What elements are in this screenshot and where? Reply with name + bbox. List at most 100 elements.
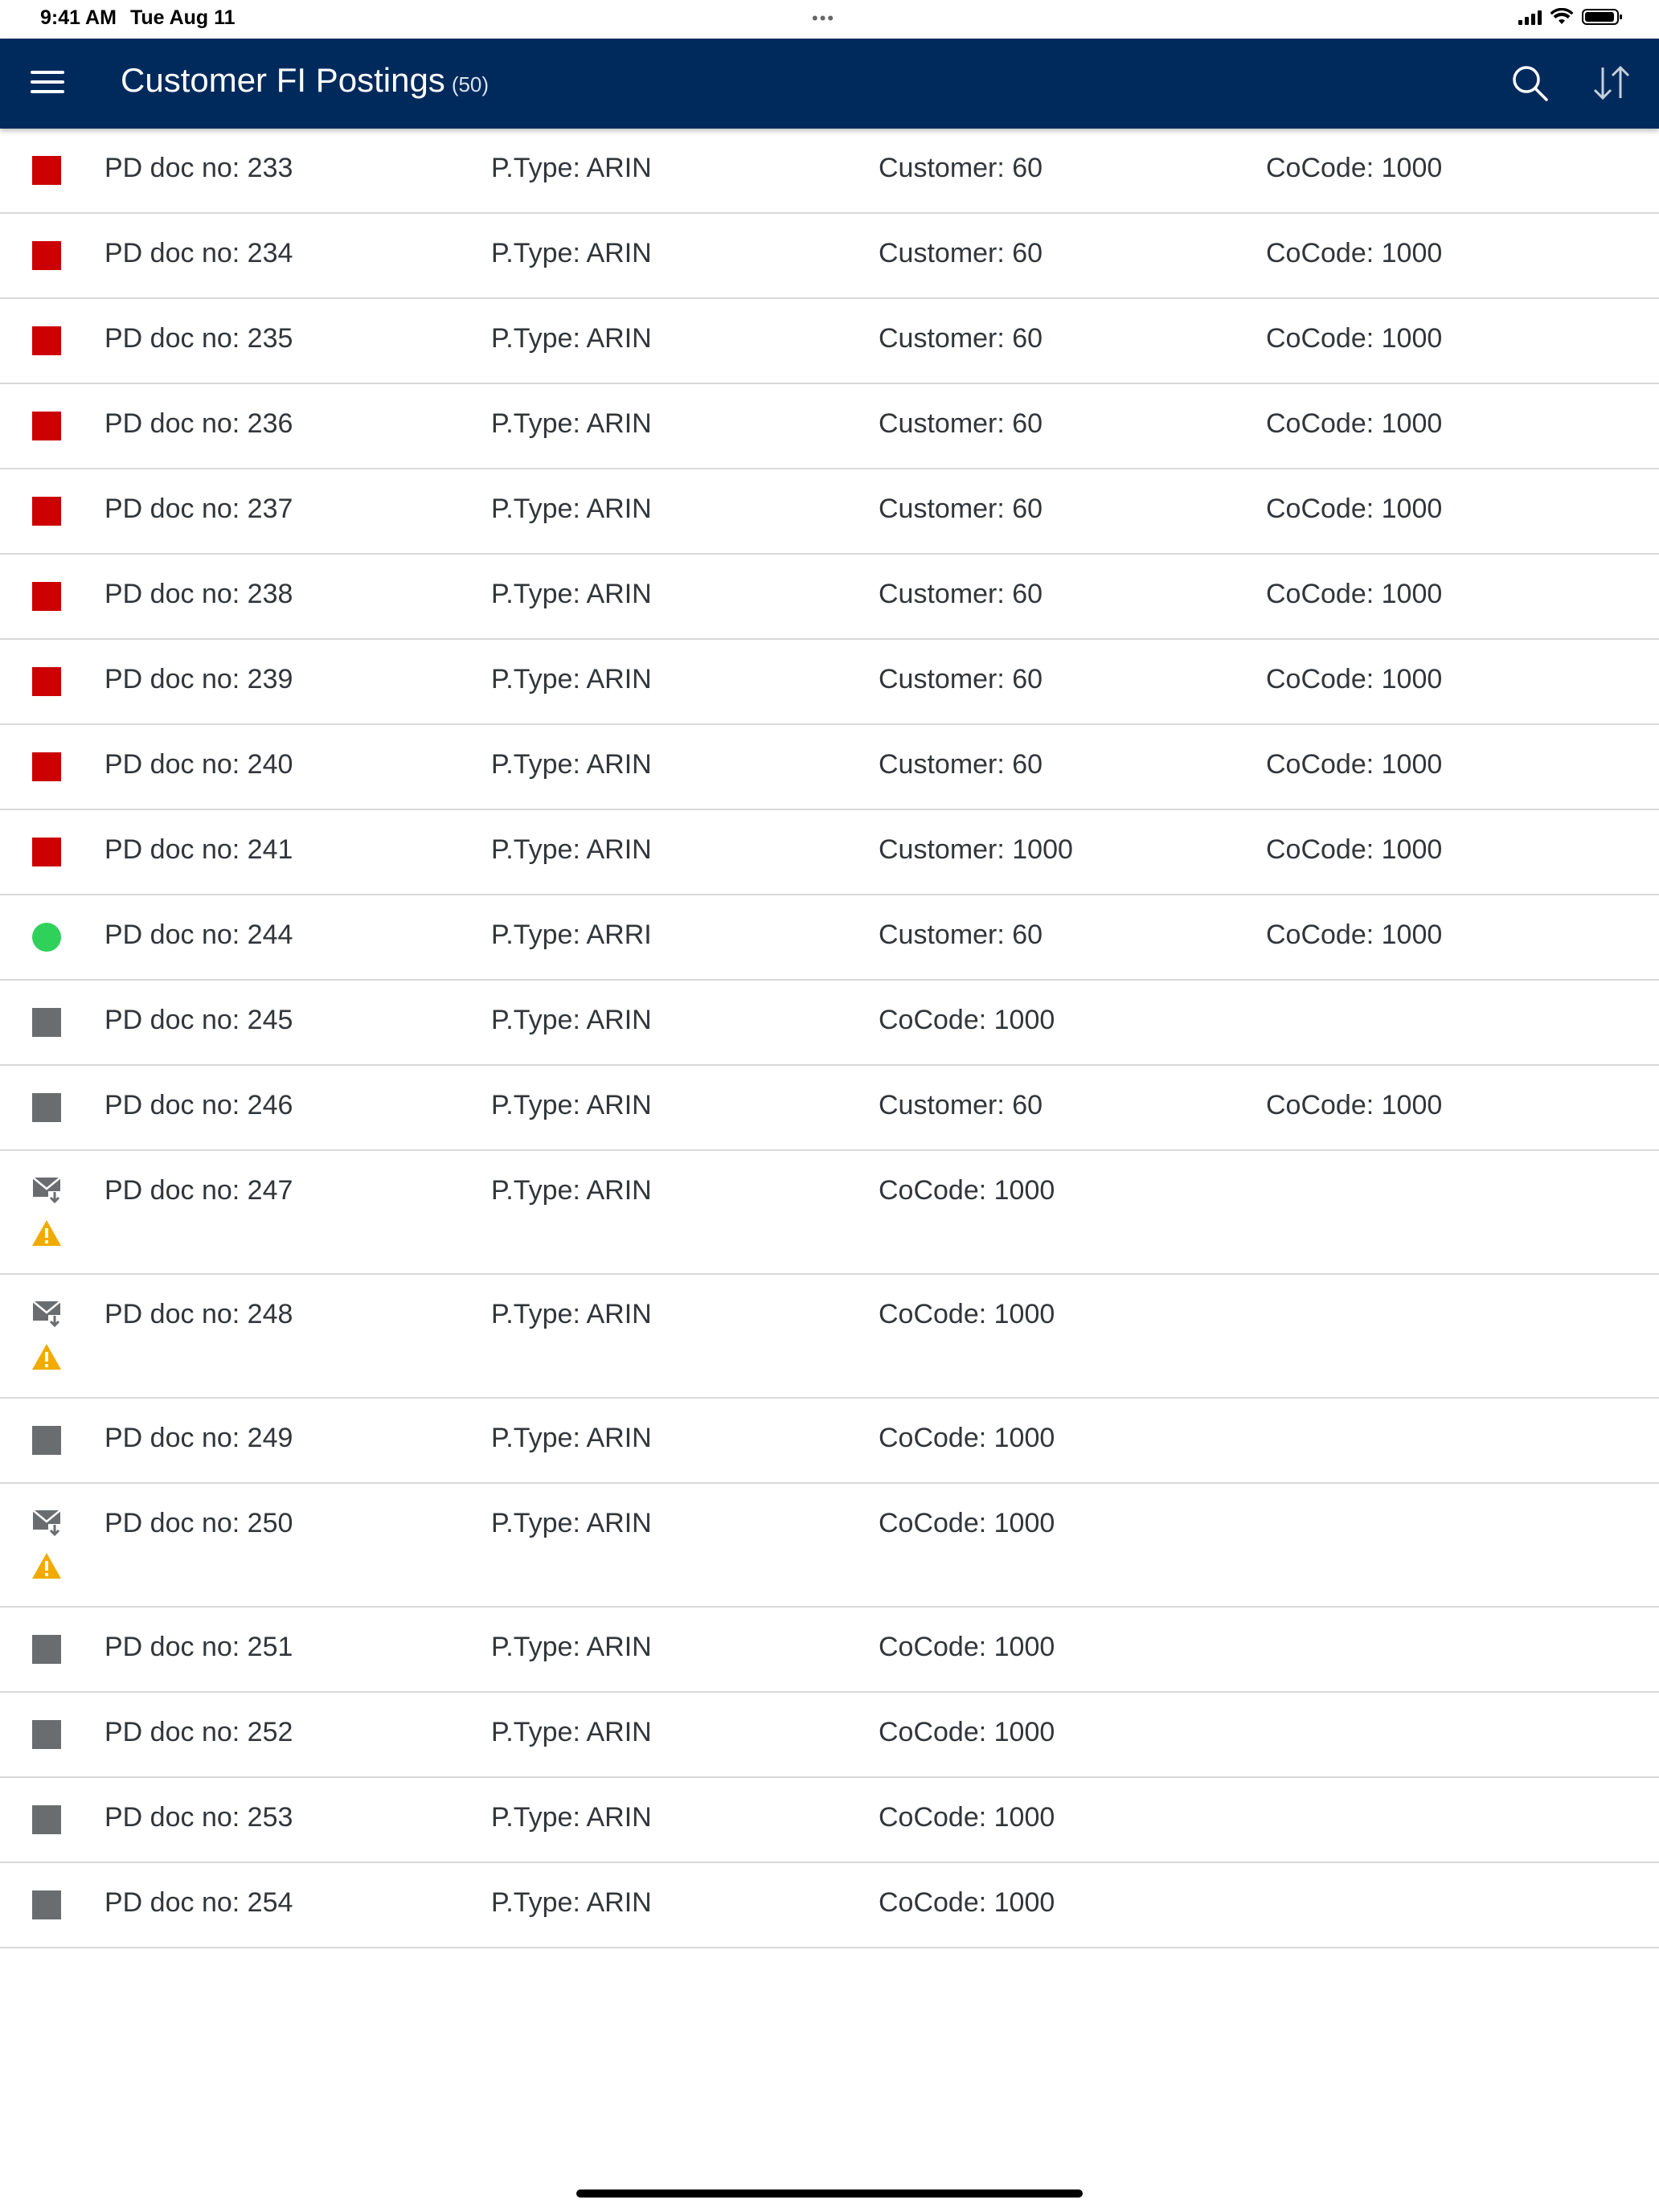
row-field-3: CoCode: 1000	[879, 1299, 1055, 1329]
row-field-3: Customer: 60	[879, 238, 1043, 268]
menu-icon[interactable]	[31, 71, 64, 96]
list-item[interactable]: PD doc no: 247 P.Type: ARIN CoCode: 1000	[0, 1151, 1659, 1275]
list-item[interactable]: PD doc no: 250 P.Type: ARIN CoCode: 1000	[0, 1484, 1659, 1608]
doc-number: PD doc no: 251	[104, 1632, 293, 1662]
doc-number: PD doc no: 249	[104, 1423, 293, 1453]
posting-type: P.Type: ARIN	[491, 238, 652, 268]
list-item[interactable]: PD doc no: 239 P.Type: ARIN Customer: 60 Co…	[0, 640, 1659, 725]
list-item[interactable]: PD doc no: 233 P.Type: ARIN Customer: 60 Co…	[0, 129, 1659, 214]
posting-type: P.Type: ARIN	[491, 1802, 652, 1833]
nav-bar: Customer FI Postings (50)	[0, 39, 1659, 129]
doc-number: PD doc no: 254	[104, 1887, 293, 1918]
row-field-4: CoCode: 1000	[1266, 408, 1443, 439]
list-item[interactable]: PD doc no: 254 P.Type: ARIN CoCode: 1000	[0, 1863, 1659, 1948]
posting-type: P.Type: ARIN	[491, 1090, 652, 1120]
error-status-icon	[32, 412, 61, 440]
list-item[interactable]: PD doc no: 245 P.Type: ARIN CoCode: 1000	[0, 981, 1659, 1066]
posting-type: P.Type: ARIN	[491, 664, 652, 694]
row-field-4: CoCode: 1000	[1266, 920, 1443, 950]
list-item[interactable]: PD doc no: 238 P.Type: ARIN Customer: 60 Co…	[0, 555, 1659, 640]
doc-number: PD doc no: 239	[104, 664, 293, 694]
status-time: 9:41 AM	[40, 6, 117, 29]
posting-type: P.Type: ARIN	[491, 153, 652, 183]
list-item[interactable]: PD doc no: 234 P.Type: ARIN Customer: 60 Co…	[0, 214, 1659, 299]
posting-type: P.Type: ARIN	[491, 494, 652, 524]
doc-number: PD doc no: 252	[104, 1717, 293, 1747]
error-status-icon	[32, 326, 61, 355]
row-field-3: Customer: 60	[879, 579, 1043, 609]
row-field-3: Customer: 60	[879, 153, 1043, 183]
error-status-icon	[32, 582, 61, 611]
row-field-4: CoCode: 1000	[1266, 749, 1443, 780]
cellular-signal-icon	[1518, 9, 1542, 25]
row-field-4: CoCode: 1000	[1266, 494, 1443, 524]
list-item[interactable]: PD doc no: 246 P.Type: ARIN Customer: 60 Co…	[0, 1066, 1659, 1151]
postings-list: PD doc no: 233 P.Type: ARIN Customer: 60 Co…	[0, 129, 1659, 1948]
doc-number: PD doc no: 236	[104, 408, 293, 439]
error-status-icon	[32, 156, 61, 185]
status-bar: 9:41 AM Tue Aug 11 •••	[0, 0, 1659, 39]
list-item[interactable]: PD doc no: 249 P.Type: ARIN CoCode: 1000	[0, 1399, 1659, 1484]
search-icon[interactable]	[1509, 63, 1550, 103]
posting-type: P.Type: ARIN	[491, 1175, 652, 1206]
list-item[interactable]: PD doc no: 244 P.Type: ARRI Customer: 60 Co…	[0, 895, 1659, 981]
row-field-4: CoCode: 1000	[1266, 153, 1443, 183]
list-item[interactable]: PD doc no: 253 P.Type: ARIN CoCode: 1000	[0, 1778, 1659, 1863]
list-item[interactable]: PD doc no: 236 P.Type: ARIN Customer: 60 Co…	[0, 384, 1659, 469]
doc-number: PD doc no: 248	[104, 1299, 293, 1329]
row-field-3: Customer: 60	[879, 408, 1043, 439]
warning-icon	[31, 1551, 63, 1580]
home-indicator[interactable]	[576, 2189, 1083, 2198]
error-status-icon	[32, 838, 61, 866]
status-date: Tue Aug 11	[130, 6, 236, 29]
wifi-icon	[1550, 8, 1574, 24]
doc-number: PD doc no: 247	[104, 1175, 293, 1206]
row-field-3: CoCode: 1000	[879, 1887, 1055, 1918]
posting-type: P.Type: ARIN	[491, 1887, 652, 1918]
posting-type: P.Type: ARIN	[491, 749, 652, 780]
row-field-3: Customer: 60	[879, 920, 1043, 950]
row-field-4: CoCode: 1000	[1266, 1090, 1443, 1120]
page-title: Customer FI Postings (50)	[121, 61, 489, 100]
list-item[interactable]: PD doc no: 235 P.Type: ARIN Customer: 60 Co…	[0, 299, 1659, 384]
row-field-3: Customer: 60	[879, 664, 1043, 694]
status-indicators	[1518, 8, 1622, 26]
sort-icon[interactable]	[1590, 63, 1633, 103]
posting-type: P.Type: ARIN	[491, 408, 652, 439]
doc-number: PD doc no: 241	[104, 834, 293, 865]
row-field-3: Customer: 60	[879, 749, 1043, 780]
doc-number: PD doc no: 235	[104, 323, 293, 354]
posting-type: P.Type: ARIN	[491, 1632, 652, 1662]
neutral-status-icon	[32, 1008, 61, 1037]
mail-status-icon	[32, 1175, 64, 1204]
warning-icon	[31, 1342, 63, 1371]
error-status-icon	[32, 667, 61, 696]
list-item[interactable]: PD doc no: 252 P.Type: ARIN CoCode: 1000	[0, 1693, 1659, 1778]
doc-number: PD doc no: 238	[104, 579, 293, 609]
row-field-4: CoCode: 1000	[1266, 579, 1443, 609]
multitasking-dots[interactable]: •••	[812, 8, 835, 29]
posting-type: P.Type: ARIN	[491, 1508, 652, 1538]
row-field-4: CoCode: 1000	[1266, 238, 1443, 268]
posting-type: P.Type: ARIN	[491, 323, 652, 354]
list-item[interactable]: PD doc no: 237 P.Type: ARIN Customer: 60 Co…	[0, 469, 1659, 555]
row-field-3: CoCode: 1000	[879, 1005, 1055, 1035]
row-field-4: CoCode: 1000	[1266, 323, 1443, 354]
error-status-icon	[32, 241, 61, 270]
row-field-3: CoCode: 1000	[879, 1423, 1055, 1453]
list-item[interactable]: PD doc no: 251 P.Type: ARIN CoCode: 1000	[0, 1608, 1659, 1693]
list-item[interactable]: PD doc no: 240 P.Type: ARIN Customer: 60 Co…	[0, 725, 1659, 810]
doc-number: PD doc no: 250	[104, 1508, 293, 1538]
page-title-text: Customer FI Postings	[121, 61, 445, 99]
posting-type: P.Type: ARIN	[491, 1299, 652, 1329]
list-item[interactable]: PD doc no: 248 P.Type: ARIN CoCode: 1000	[0, 1275, 1659, 1399]
posting-type: P.Type: ARIN	[491, 1423, 652, 1453]
doc-number: PD doc no: 253	[104, 1802, 293, 1833]
error-status-icon	[32, 752, 61, 781]
doc-number: PD doc no: 245	[104, 1005, 293, 1035]
list-item[interactable]: PD doc no: 241 P.Type: ARIN Customer: 1000…	[0, 810, 1659, 895]
doc-number: PD doc no: 234	[104, 238, 293, 268]
row-field-4: CoCode: 1000	[1266, 664, 1443, 694]
row-field-3: Customer: 60	[879, 323, 1043, 354]
error-status-icon	[32, 497, 61, 526]
